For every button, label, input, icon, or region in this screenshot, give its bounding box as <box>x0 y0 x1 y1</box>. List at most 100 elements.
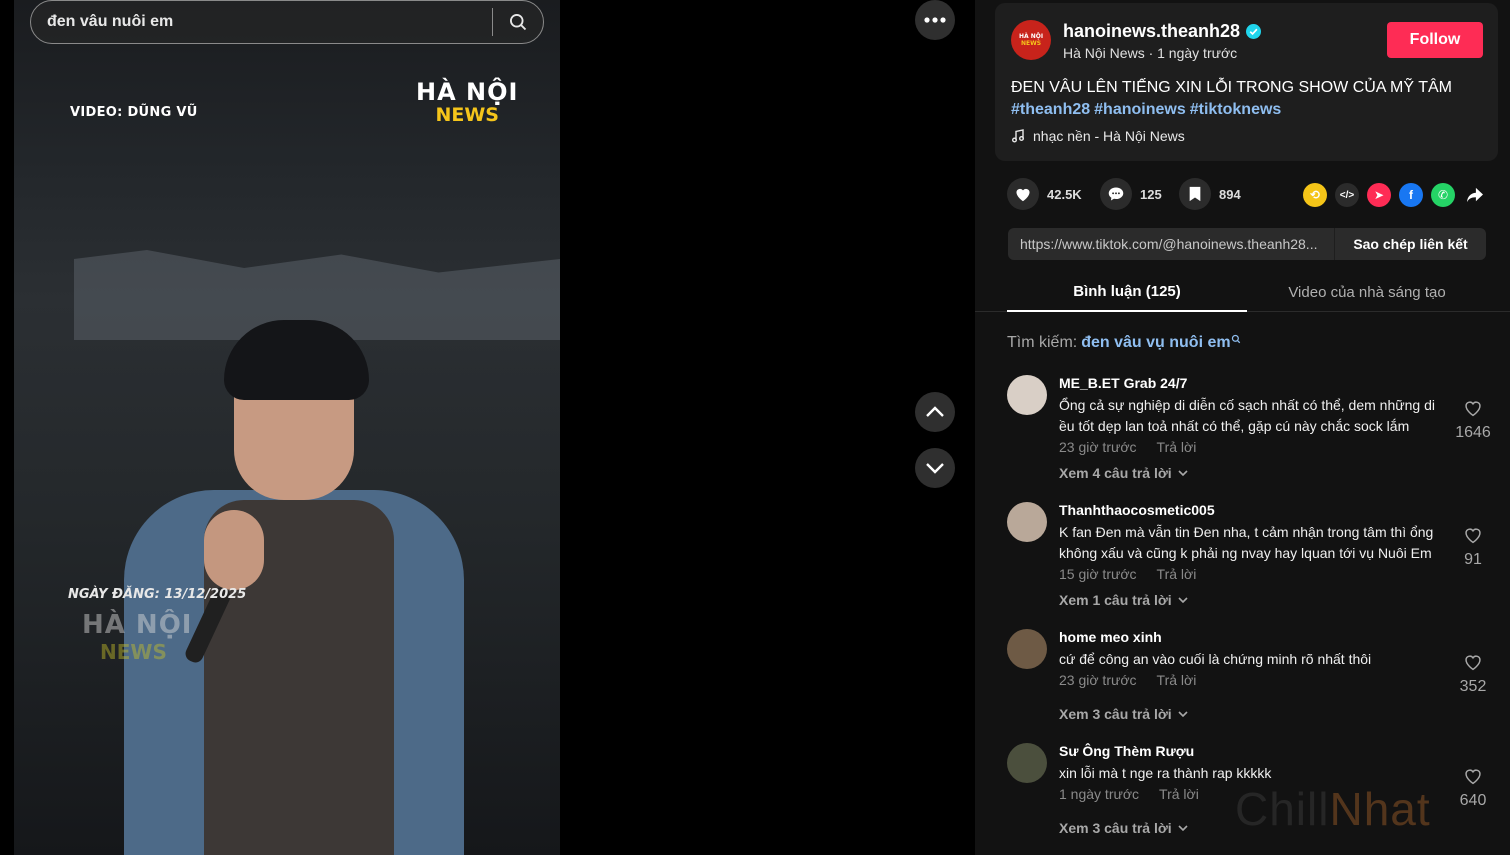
chevron-down-icon <box>1178 825 1188 831</box>
commenter-avatar[interactable] <box>1007 629 1047 669</box>
comment-text: K fan Đen mà vẫn tin Đen nha, t cảm nhận… <box>1059 524 1434 561</box>
send-icon: ➤ <box>1373 188 1385 202</box>
more-icon <box>924 17 946 23</box>
commenter-username[interactable]: home meo xinh <box>1059 629 1162 645</box>
site-watermark: ChillNhat <box>1235 783 1431 835</box>
video-credit: VIDEO: DŨNG VŨ <box>70 105 198 120</box>
hashtags: #theanh28 #hanoinews #tiktoknews <box>1011 99 1481 121</box>
save-button[interactable]: 894 <box>1179 178 1241 210</box>
related-search-link[interactable]: đen vâu vụ nuôi em <box>1081 334 1230 352</box>
view-replies-button[interactable]: Xem 3 câu trả lời <box>1059 706 1188 722</box>
comment-time: 1 ngày trước <box>1059 786 1140 802</box>
search-input[interactable] <box>31 13 492 31</box>
commenter-avatar[interactable] <box>1007 375 1047 415</box>
comment-count: 125 <box>1140 186 1162 202</box>
heart-outline-icon <box>1465 769 1481 785</box>
verified-badge-icon <box>1246 24 1262 39</box>
hashtag-link[interactable]: #theanh28 <box>1011 101 1090 118</box>
more-options-button[interactable] <box>915 0 955 40</box>
view-replies-button[interactable]: Xem 1 câu trả lời <box>1059 592 1188 608</box>
whatsapp-share-button[interactable]: ✆ <box>1431 183 1455 207</box>
comment-like-button[interactable]: 640 <box>1447 767 1499 810</box>
like-count: 42.5K <box>1047 186 1082 202</box>
embed-button[interactable]: </> <box>1335 183 1359 207</box>
reply-button[interactable]: Trả lời <box>1159 786 1199 802</box>
post-caption: ĐEN VÂU LÊN TIẾNG XIN LỖI TRONG SHOW CỦA… <box>1011 77 1481 121</box>
previous-video-button[interactable] <box>915 392 955 432</box>
author-avatar[interactable]: HÀ NỘI NEWS <box>1011 20 1051 60</box>
view-replies-button[interactable]: Xem 4 câu trả lời <box>1059 465 1188 481</box>
content-tabs: Bình luận (125) Video của nhà sáng tạo <box>975 272 1510 312</box>
commenter-avatar[interactable] <box>1007 743 1047 783</box>
like-button[interactable]: 42.5K <box>1007 178 1082 210</box>
reply-button[interactable]: Trả lời <box>1157 439 1197 455</box>
action-bar: 42.5K 125 894 ⟲ </> ➤ f ✆ <box>1007 178 1487 212</box>
caption-text: ĐEN VÂU LÊN TIẾNG XIN LỖI TRONG SHOW CỦA… <box>1011 79 1452 96</box>
share-arrow-icon <box>1467 187 1483 203</box>
comment-like-button[interactable]: 352 <box>1447 653 1499 696</box>
search-icon <box>1231 334 1240 344</box>
comment-time: 15 giờ trước <box>1059 566 1137 582</box>
comment-like-count: 91 <box>1464 551 1482 568</box>
post-info-card: HÀ NỘI NEWS hanoinews.theanh28 Hà Nội Ne… <box>995 3 1498 161</box>
reply-button[interactable]: Trả lời <box>1157 566 1197 582</box>
comment-icon <box>1108 187 1124 201</box>
hashtag-link[interactable]: #hanoinews <box>1094 101 1186 118</box>
video-watermark: HÀ NỘI NEWS <box>82 610 193 664</box>
comment-text: cứ để công an vào cuối là chứng minh rõ … <box>1059 651 1372 667</box>
comment-meta: 15 giờ trước Trả lời <box>1059 566 1196 582</box>
brand-logo: HÀ NỘI NEWS <box>416 78 519 126</box>
post-date-label: NGÀY ĐĂNG: 13/12/2025 <box>68 587 247 602</box>
whatsapp-icon: ✆ <box>1437 188 1449 202</box>
commenter-username[interactable]: Thanhthaocosmetic005 <box>1059 502 1215 518</box>
facebook-icon: f <box>1409 188 1413 202</box>
chevron-down-icon <box>1178 597 1188 603</box>
embed-code-icon: </> <box>1339 189 1355 201</box>
search-button[interactable] <box>493 1 543 43</box>
send-friends-button[interactable]: ➤ <box>1367 183 1391 207</box>
repost-button[interactable]: ⟲ <box>1303 183 1327 207</box>
comment-like-button[interactable]: 91 <box>1447 526 1499 569</box>
reply-button[interactable]: Trả lời <box>1157 672 1197 688</box>
chevron-down-icon <box>1178 711 1188 717</box>
comment-text: xin lỗi mà t nge ra thành rap kkkkk <box>1059 765 1272 781</box>
comment-meta: 23 giờ trước Trả lời <box>1059 672 1196 688</box>
bookmark-icon <box>1189 186 1201 202</box>
tab-creator-videos[interactable]: Video của nhà sáng tạo <box>1247 272 1487 312</box>
comment-text: Ổng cả sự nghiệp di diễn cố sạch nhất có… <box>1059 397 1435 434</box>
related-search: Tìm kiếm: đen vâu vụ nuôi em <box>1007 334 1241 352</box>
copy-link-button[interactable]: Sao chép liên kết <box>1334 228 1486 260</box>
comment-like-count: 1646 <box>1455 424 1491 441</box>
commenter-avatar[interactable] <box>1007 502 1047 542</box>
heart-outline-icon <box>1465 655 1481 671</box>
chevron-down-icon <box>926 463 944 474</box>
tab-comments[interactable]: Bình luận (125) <box>1007 272 1247 312</box>
share-link-box: https://www.tiktok.com/@hanoinews.theanh… <box>1008 228 1486 260</box>
chevron-down-icon <box>1178 470 1188 476</box>
repost-icon: ⟲ <box>1309 188 1321 202</box>
search-icon <box>510 14 527 31</box>
follow-button[interactable]: Follow <box>1387 22 1483 58</box>
comment-time: 23 giờ trước <box>1059 672 1137 688</box>
share-url[interactable]: https://www.tiktok.com/@hanoinews.theanh… <box>1008 236 1334 252</box>
hashtag-link[interactable]: #tiktoknews <box>1190 101 1282 118</box>
facebook-share-button[interactable]: f <box>1399 183 1423 207</box>
commenter-username[interactable]: Sư Ông Thèm Rượu <box>1059 743 1194 759</box>
next-video-button[interactable] <box>915 448 955 488</box>
author-username[interactable]: hanoinews.theanh28 <box>1063 21 1262 42</box>
view-replies-button[interactable]: Xem 3 câu trả lời <box>1059 820 1188 836</box>
comment-like-button[interactable]: 1646 <box>1447 399 1499 442</box>
comment-button[interactable]: 125 <box>1100 178 1162 210</box>
heart-outline-icon <box>1465 401 1481 417</box>
music-link[interactable]: nhạc nền - Hà Nội News <box>1011 128 1185 144</box>
heart-icon <box>1016 188 1030 202</box>
comment-like-count: 352 <box>1459 678 1487 695</box>
video-player[interactable]: VIDEO: DŨNG VŨ HÀ NỘI NEWS NGÀY ĐĂNG: 13… <box>14 0 560 855</box>
author-meta: Hà Nội News · 1 ngày trước <box>1063 45 1238 61</box>
commenter-username[interactable]: ME_B.ET Grab 24/7 <box>1059 375 1187 391</box>
more-share-button[interactable] <box>1463 183 1487 207</box>
comment-like-count: 640 <box>1459 792 1487 809</box>
comment-time: 23 giờ trước <box>1059 439 1137 455</box>
comment-meta: 23 giờ trước Trả lời <box>1059 439 1196 455</box>
tiktok-video-page: VIDEO: DŨNG VŨ HÀ NỘI NEWS NGÀY ĐĂNG: 13… <box>0 0 1510 855</box>
